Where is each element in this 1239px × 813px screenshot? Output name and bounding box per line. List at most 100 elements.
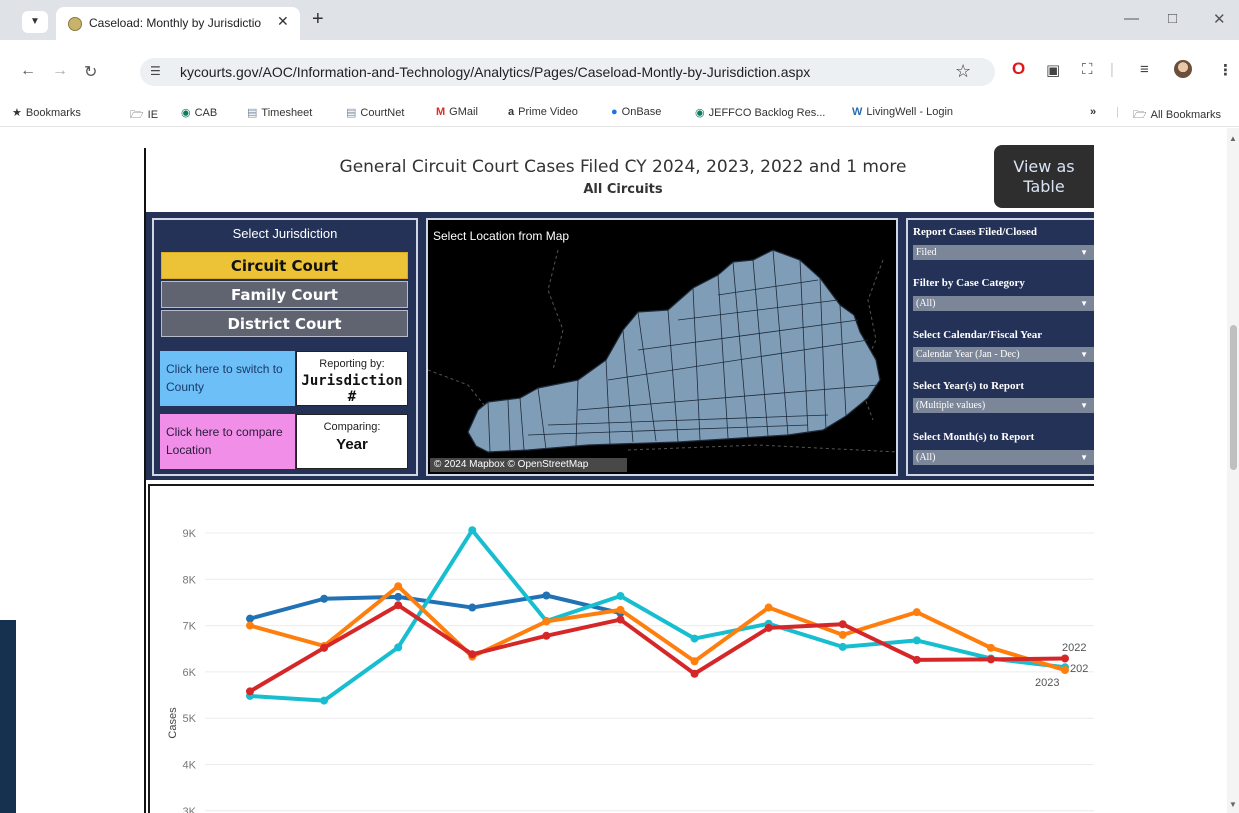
minimize-icon[interactable]: — [1124, 10, 1139, 27]
extension-icon[interactable]: ▣ [1046, 61, 1060, 79]
bookmark-label: Prime Video [518, 106, 578, 118]
kentucky-map[interactable] [427, 220, 899, 474]
document-icon: ▤ [346, 107, 357, 119]
bookmark-item[interactable]: ★ Bookmarks [12, 106, 81, 119]
amazon-icon: a [508, 106, 515, 118]
data-point [246, 621, 254, 630]
tab-search-button[interactable]: ▼ [22, 11, 48, 33]
bookmark-item[interactable]: a Prime Video [508, 106, 578, 118]
data-point [320, 696, 329, 705]
browser-tab[interactable]: Caseload: Monthly by Jurisdictio ✕ [56, 7, 300, 40]
close-tab-icon[interactable]: ✕ [277, 13, 289, 30]
bookmark-item[interactable]: W LivingWell - Login [852, 106, 953, 118]
folder-icon: 🗁 [130, 109, 144, 121]
bookmark-label: CourtNet [360, 107, 405, 119]
y-tick-label: 3K [183, 806, 197, 813]
page-scrollbar[interactable] [1227, 128, 1239, 813]
more-bookmarks-button[interactable]: » [1090, 106, 1096, 118]
bookmark-star-icon[interactable]: ☆ [955, 61, 971, 82]
scroll-up-icon[interactable]: ▲ [1229, 134, 1237, 143]
dashboard-title: General Circuit Court Cases Filed CY 202… [339, 157, 907, 177]
opera-extension-icon[interactable]: O [1012, 59, 1025, 79]
close-window-icon[interactable]: ✕ [1213, 10, 1226, 28]
filter-value-months: (All) [916, 452, 936, 463]
forward-arrow-icon[interactable]: → [52, 62, 68, 80]
family-court-button[interactable]: Family Court [161, 281, 408, 308]
data-point [1061, 666, 1069, 675]
comparing-value: Year [336, 436, 368, 453]
sharepoint-icon: ◉ [181, 107, 191, 119]
compare-location-button[interactable]: Click here to compare Location [160, 414, 295, 469]
url-bar[interactable]: ☰ kycourts.gov/AOC/Information-and-Techn… [140, 58, 995, 86]
bookmark-label: GMail [449, 106, 478, 118]
bookmark-item[interactable]: M GMail [436, 106, 478, 118]
scroll-down-icon[interactable]: ▼ [1229, 800, 1237, 809]
profile-avatar[interactable] [1174, 60, 1192, 78]
data-point [246, 687, 254, 696]
comparing-label: Comparing: [323, 421, 381, 433]
comparing-indicator: Comparing: Year [296, 414, 408, 469]
browser-menu-icon[interactable]: ⋮ [1218, 61, 1233, 79]
back-arrow-icon[interactable]: ← [20, 62, 36, 80]
y-tick-label: 8K [183, 574, 197, 586]
data-point [394, 592, 403, 601]
bookmark-label: OnBase [621, 106, 662, 118]
chevron-down-icon: ▼ [1080, 453, 1088, 462]
filter-label-category: Filter by Case Category [913, 277, 1025, 289]
document-icon: ▤ [247, 107, 258, 119]
y-tick-label: 4K [183, 760, 197, 772]
series-line [248, 528, 1067, 703]
data-point [690, 634, 699, 643]
filter-label-cases: Report Cases Filed/Closed [913, 226, 1038, 238]
data-point [616, 591, 625, 600]
site-info-icon[interactable]: ☰ [150, 64, 161, 78]
kentucky-counties-shape[interactable] [467, 249, 881, 453]
bookmarks-bar: ★ Bookmarks 🗁 IE ◉ CAB ▤ Timesheet ▤ CourtNet… [0, 100, 1239, 127]
circuit-court-button[interactable]: Circuit Court [161, 252, 408, 279]
filter-value-year-type: Calendar Year (Jan - Dec) [916, 349, 1020, 360]
data-point [616, 605, 625, 614]
y-axis-label: Cases [167, 707, 179, 739]
jurisdiction-heading: Select Jurisdiction [232, 226, 338, 241]
chevron-down-icon: ▼ [1080, 299, 1088, 308]
data-point [690, 657, 699, 666]
district-court-button[interactable]: District Court [161, 310, 408, 337]
view-table-line1: View as [1013, 157, 1075, 176]
data-point [764, 623, 773, 632]
switch-to-county-button[interactable]: Click here to switch to County [160, 351, 295, 406]
bookmark-item[interactable]: ● OnBase [611, 106, 661, 118]
dashboard-subtitle: All Circuits [583, 182, 663, 197]
location-map[interactable] [426, 218, 899, 476]
bookmark-item[interactable]: 🗁 IE [130, 106, 158, 125]
puzzle-extensions-icon[interactable]: ⛶ [1082, 61, 1093, 78]
data-point [986, 643, 995, 652]
state-boundary [427, 369, 489, 411]
view-as-table-button[interactable]: View as Table [994, 145, 1094, 208]
reporting-label: Reporting by: [319, 358, 385, 370]
maximize-icon[interactable]: □ [1168, 10, 1177, 27]
caseload-line-chart: 9K 8K 7K 6K 5K 4K 3K Cases 2022 202 2023 [167, 526, 1094, 813]
data-point [468, 650, 477, 659]
all-bookmarks-button[interactable]: 🗁 All Bookmarks [1133, 106, 1221, 125]
bookmark-item[interactable]: ◉ JEFFCO Backlog Res... [695, 106, 825, 119]
scrollbar-thumb[interactable] [1230, 325, 1237, 470]
filter-label-year-type: Select Calendar/Fiscal Year [913, 329, 1043, 341]
data-point [320, 594, 329, 603]
data-point [246, 614, 254, 623]
new-tab-button[interactable]: + [312, 8, 324, 31]
filter-select-months[interactable]: (All) ▼ [913, 450, 1094, 465]
bookmark-label: CAB [194, 107, 218, 119]
bookmark-item[interactable]: ◉ CAB [181, 106, 217, 119]
chevron-down-icon: ▼ [1080, 350, 1088, 359]
reporting-by-indicator: Reporting by: Jurisdiction # [296, 351, 408, 406]
bookmark-item[interactable]: ▤ CourtNet [346, 106, 404, 119]
filter-select-cases[interactable]: Filed ▼ [913, 245, 1094, 260]
reload-icon[interactable]: ↻ [84, 62, 97, 82]
reporting-value: Jurisdiction # [301, 373, 403, 405]
reading-list-icon[interactable]: ≡ [1140, 61, 1149, 78]
bookmark-item[interactable]: ▤ Timesheet [247, 106, 312, 119]
filter-select-year-type[interactable]: Calendar Year (Jan - Dec) ▼ [913, 347, 1094, 362]
filter-select-category[interactable]: (All) ▼ [913, 296, 1094, 311]
site-favicon-icon [68, 17, 82, 31]
filter-select-years[interactable]: (Multiple values) ▼ [913, 398, 1094, 413]
